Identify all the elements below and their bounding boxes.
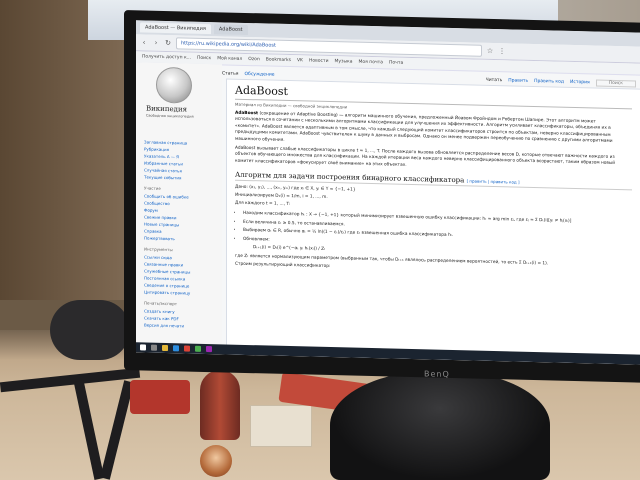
tab-article[interactable]: Статья bbox=[222, 71, 239, 76]
cup bbox=[200, 445, 232, 477]
chrome-icon[interactable] bbox=[184, 345, 190, 352]
app-icon[interactable] bbox=[206, 346, 212, 353]
tab-read[interactable]: Читать bbox=[486, 77, 503, 82]
tab-edit-source[interactable]: Править код bbox=[534, 79, 564, 85]
monitor-stand bbox=[330, 370, 550, 480]
bookmark[interactable]: Музыка bbox=[335, 59, 353, 64]
reload-icon[interactable]: ↻ bbox=[164, 39, 172, 47]
white-box bbox=[250, 405, 312, 447]
bookmark[interactable]: Новости bbox=[309, 59, 329, 64]
wiki-logo-subtitle: Свободная энциклопедия bbox=[146, 113, 194, 119]
wiki-search[interactable]: Поиск bbox=[595, 79, 636, 88]
wikipedia-globe-icon[interactable] bbox=[156, 66, 192, 104]
monitor: AdaBoost — Википедия АdaBoost ‹ › ↻ http… bbox=[124, 10, 640, 383]
tab-edit[interactable]: Править bbox=[508, 78, 528, 83]
spray-bottle bbox=[200, 370, 240, 440]
sidebar-link[interactable]: Версия для печати bbox=[144, 321, 218, 330]
article-content: AdaBoost Материал из Википедии — свободн… bbox=[226, 78, 640, 365]
browser-icon[interactable] bbox=[173, 345, 179, 352]
bookmark[interactable]: Моя почта bbox=[359, 60, 384, 66]
tab-history[interactable]: История bbox=[570, 79, 590, 84]
monitor-brand-logo: BenQ bbox=[424, 369, 450, 379]
bookmark[interactable]: Мой канал bbox=[217, 56, 242, 62]
bookmark[interactable]: VK bbox=[297, 58, 303, 63]
app-icon[interactable] bbox=[195, 345, 201, 352]
tab-talk[interactable]: Обсуждение bbox=[245, 71, 275, 77]
sidebar-link[interactable]: Пожертвовать bbox=[144, 234, 218, 243]
star-icon[interactable]: ☆ bbox=[486, 47, 494, 55]
forward-icon[interactable]: › bbox=[152, 39, 160, 47]
wiki-logo-text[interactable]: Википедия bbox=[146, 105, 187, 114]
menu-icon[interactable]: ⋮ bbox=[498, 47, 506, 55]
section-title: Алгоритм для задачи построения бинарного… bbox=[235, 170, 465, 185]
bookmark[interactable]: Bookmarks bbox=[266, 57, 291, 63]
bookmark[interactable]: Получить доступ к... bbox=[142, 54, 191, 60]
explorer-icon[interactable] bbox=[162, 344, 168, 352]
windows-start-icon[interactable] bbox=[140, 344, 146, 351]
monitor-screen: AdaBoost — Википедия АdaBoost ‹ › ↻ http… bbox=[136, 20, 640, 365]
sidebar-link[interactable]: Цитировать страницу bbox=[144, 288, 218, 297]
bookmark[interactable]: Почта bbox=[389, 60, 403, 65]
bookmark[interactable]: Поиск bbox=[197, 56, 211, 61]
section-edit-link[interactable]: [ править | править код ] bbox=[467, 179, 520, 185]
intro-text: (сокращение от Adaptive Boosting) — алго… bbox=[235, 111, 613, 145]
search-icon[interactable] bbox=[151, 344, 157, 351]
sidebar-link[interactable]: Текущие события bbox=[144, 173, 218, 182]
black-headphones bbox=[50, 300, 130, 360]
bookmark[interactable]: Ozon bbox=[248, 57, 260, 62]
wiki-sidebar: Википедия Свободная энциклопедия Заглавн… bbox=[136, 62, 222, 355]
back-icon[interactable]: ‹ bbox=[140, 38, 148, 46]
sidebar-links: Заглавная страница Рубрикация Указатель … bbox=[144, 138, 218, 330]
browser-tab[interactable]: АdaBoost bbox=[213, 24, 248, 36]
red-package bbox=[130, 380, 190, 414]
photo-scene: AdaBoost — Википедия АdaBoost ‹ › ↻ http… bbox=[0, 0, 640, 480]
intro-term: AdaBoost bbox=[235, 110, 259, 117]
browser-tab[interactable]: AdaBoost — Википедия bbox=[140, 22, 211, 35]
wiki-page: Википедия Свободная энциклопедия Заглавн… bbox=[136, 62, 640, 365]
